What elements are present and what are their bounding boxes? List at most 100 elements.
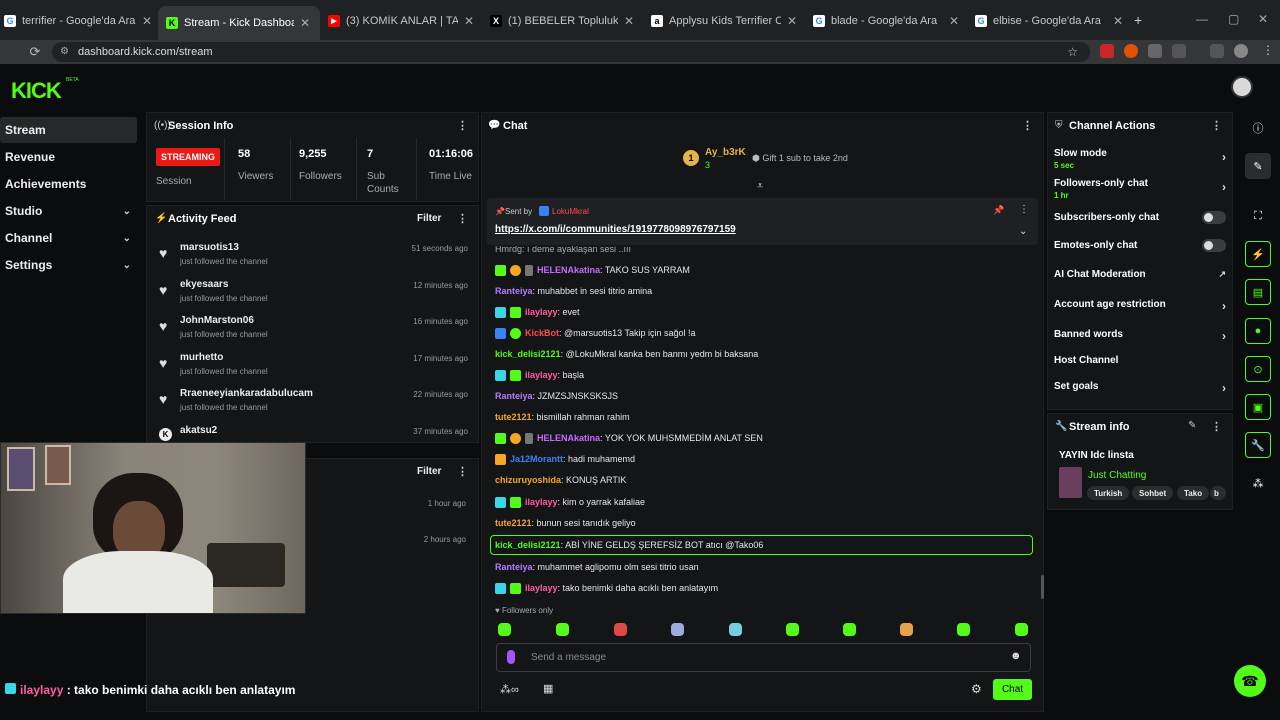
chat-username[interactable]: ilaylayy bbox=[525, 583, 558, 593]
site-info-icon[interactable]: ⚙ bbox=[60, 46, 69, 57]
chat-bubble-icon[interactable]: ● bbox=[1245, 318, 1271, 344]
host-channel-action[interactable]: Host Channel bbox=[1054, 355, 1226, 366]
chat-username[interactable]: Ja12Morantt bbox=[510, 454, 563, 464]
emote-icon[interactable] bbox=[729, 623, 742, 636]
emote-icon[interactable] bbox=[556, 623, 569, 636]
close-tab-icon[interactable]: ✕ bbox=[298, 16, 312, 30]
subscribers-only-toggle[interactable] bbox=[1202, 211, 1226, 224]
follower-name[interactable]: marsuotis13 bbox=[180, 242, 239, 253]
apps-icon[interactable]: ⁂ bbox=[1245, 470, 1271, 496]
tab-blade[interactable]: G blade - Google'da Ara ✕ bbox=[813, 8, 961, 34]
maximize-icon[interactable]: ▢ bbox=[1228, 12, 1239, 26]
tab-elbise[interactable]: G elbise - Google'da Ara ✕ bbox=[975, 8, 1125, 34]
layout-icon[interactable]: ▣ bbox=[1245, 394, 1271, 420]
close-tab-icon[interactable]: ✕ bbox=[785, 14, 799, 28]
edit-icon[interactable]: ✎ bbox=[1188, 420, 1196, 431]
more-options-icon[interactable]: ⋮ bbox=[1019, 204, 1029, 215]
emote-icon[interactable] bbox=[671, 623, 684, 636]
close-tab-icon[interactable]: ✕ bbox=[140, 14, 154, 28]
menu-icon[interactable]: ⋮ bbox=[1262, 43, 1274, 57]
address-bar[interactable]: ⚙ dashboard.kick.com/stream ☆ bbox=[52, 42, 1090, 62]
chat-username[interactable]: tute2121 bbox=[495, 518, 532, 528]
support-chat-icon[interactable]: ☎ bbox=[1234, 665, 1266, 697]
extension-icon[interactable] bbox=[1100, 44, 1114, 58]
ai-moderation-action[interactable]: AI Chat Moderation ↗ bbox=[1054, 269, 1226, 280]
lightning-icon[interactable]: ⚡ bbox=[1245, 241, 1271, 267]
tab-kick-dashboard[interactable]: K Stream - Kick Dashboard ✕ bbox=[158, 6, 320, 40]
tag-pill[interactable]: Tako bbox=[1177, 486, 1210, 500]
account-age-action[interactable]: Account age restriction › bbox=[1054, 299, 1226, 313]
chat-username[interactable]: tute2121 bbox=[495, 412, 532, 422]
close-tab-icon[interactable]: ✕ bbox=[462, 14, 476, 28]
slow-mode-action[interactable]: Slow mode 5 sec › bbox=[1054, 148, 1226, 170]
new-tab-button[interactable]: + bbox=[1134, 12, 1142, 28]
chat-username[interactable]: HELENAkatina bbox=[537, 433, 600, 443]
tag-pill[interactable]: Sohbet bbox=[1132, 486, 1174, 500]
sidebar-item-settings[interactable]: Settings ⌄ bbox=[0, 252, 137, 278]
emote-icon[interactable] bbox=[614, 623, 627, 636]
followers-only-action[interactable]: Followers-only chat 1 hr › bbox=[1054, 178, 1226, 200]
category-link[interactable]: Just Chatting bbox=[1088, 470, 1146, 481]
follower-name[interactable]: Rraeneeyiankaradabulucam bbox=[180, 388, 313, 399]
kick-logo[interactable]: KICK bbox=[11, 78, 62, 104]
sidebar-item-revenue[interactable]: Revenue bbox=[0, 144, 137, 170]
emote-icon[interactable] bbox=[498, 623, 511, 636]
category-thumbnail[interactable] bbox=[1059, 467, 1082, 498]
gift-leaderboard-text[interactable]: ⬢ Gift 1 sub to take 2nd bbox=[752, 153, 848, 164]
chat-username[interactable]: kick_delisi2121 bbox=[495, 540, 561, 550]
send-chat-button[interactable]: Chat bbox=[993, 679, 1032, 700]
close-tab-icon[interactable]: ✕ bbox=[1111, 14, 1125, 28]
puzzle-icon[interactable] bbox=[1172, 44, 1186, 58]
minimize-icon[interactable]: — bbox=[1196, 12, 1208, 26]
chat-username[interactable]: Ranteiya bbox=[495, 391, 533, 401]
chat-username[interactable]: kick_delisi2121 bbox=[495, 349, 561, 359]
banned-words-action[interactable]: Banned words › bbox=[1054, 329, 1226, 343]
tab-terrifier[interactable]: G terrifier - Google'da Ara ✕ bbox=[4, 8, 154, 34]
profile-icon[interactable] bbox=[1234, 44, 1248, 58]
wrench-icon[interactable]: 🔧 bbox=[1245, 432, 1271, 458]
media-icon[interactable] bbox=[1210, 44, 1224, 58]
microphone-icon[interactable] bbox=[507, 650, 515, 664]
unpin-icon[interactable]: 📌 bbox=[993, 205, 1004, 216]
chat-input[interactable]: Send a message ☻ bbox=[496, 643, 1031, 672]
emote-icon[interactable] bbox=[843, 623, 856, 636]
expand-leaderboard-icon[interactable]: ⩡ bbox=[757, 180, 763, 193]
reload-icon[interactable]: ⟳ bbox=[22, 44, 48, 60]
chat-username[interactable]: KickBot bbox=[525, 328, 559, 338]
tag-pill[interactable]: b bbox=[1210, 486, 1226, 500]
tag-pill[interactable]: Turkish bbox=[1087, 486, 1130, 500]
more-options-icon[interactable]: ⋮ bbox=[457, 212, 468, 225]
follower-name[interactable]: akatsu2 bbox=[180, 425, 217, 436]
more-options-icon[interactable]: ⋮ bbox=[1211, 119, 1222, 132]
avatar[interactable] bbox=[1231, 76, 1253, 98]
close-tab-icon[interactable]: ✕ bbox=[622, 14, 636, 28]
close-tab-icon[interactable]: ✕ bbox=[947, 14, 961, 28]
chat-username[interactable]: HELENAkatina bbox=[537, 265, 600, 275]
more-options-icon[interactable]: ⋮ bbox=[457, 119, 468, 132]
document-icon[interactable]: ▤ bbox=[1245, 279, 1271, 305]
extension-icon[interactable] bbox=[1148, 44, 1162, 58]
pinned-link[interactable]: https://x.com/i/communities/191977809897… bbox=[495, 224, 736, 235]
tab-applysu[interactable]: a Applysu Kids Terrifier Costume ✕ bbox=[651, 8, 799, 34]
emote-icon[interactable] bbox=[957, 623, 970, 636]
gear-icon[interactable]: ⚙ bbox=[971, 682, 982, 696]
sidebar-item-achievements[interactable]: Achievements bbox=[0, 171, 137, 197]
chat-username[interactable]: ilaylayy bbox=[525, 370, 558, 380]
close-window-icon[interactable]: ✕ bbox=[1258, 12, 1268, 26]
pinned-by-username[interactable]: LokuMkral bbox=[552, 207, 589, 216]
chat-username[interactable]: chizuruyoshida bbox=[495, 475, 561, 485]
emote-icon[interactable] bbox=[1015, 623, 1028, 636]
store-icon[interactable]: ▦ bbox=[543, 682, 553, 695]
more-options-icon[interactable]: ⋮ bbox=[457, 465, 468, 478]
points-icon[interactable]: ⁂∞ bbox=[500, 683, 519, 696]
chat-username[interactable]: Ranteiya bbox=[495, 562, 533, 572]
tab-x[interactable]: X (1) BEBELER Topluluk / X ✕ bbox=[490, 8, 636, 34]
sidebar-item-channel[interactable]: Channel ⌄ bbox=[0, 225, 137, 251]
filter-button[interactable]: Filter bbox=[417, 213, 441, 224]
chevron-down-icon[interactable]: ⌄ bbox=[1019, 226, 1027, 237]
chat-scrollbar[interactable] bbox=[1041, 575, 1044, 599]
filter-button[interactable]: Filter bbox=[417, 466, 441, 477]
follower-name[interactable]: ekyesaars bbox=[180, 279, 228, 290]
chat-username[interactable]: ilaylayy bbox=[525, 307, 558, 317]
sidebar-item-studio[interactable]: Studio ⌄ bbox=[0, 198, 137, 224]
